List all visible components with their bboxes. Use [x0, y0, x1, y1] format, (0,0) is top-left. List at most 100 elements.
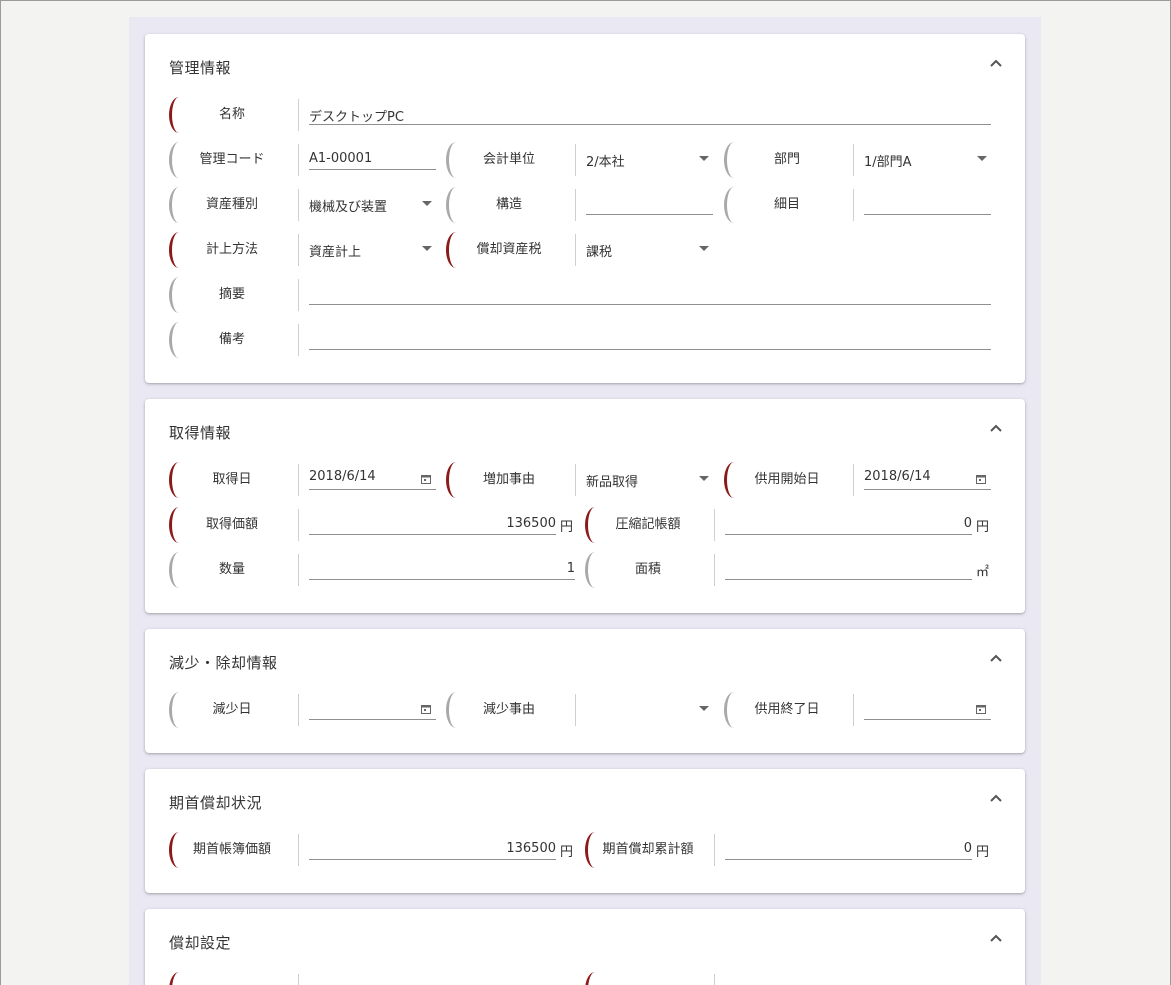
divider — [298, 324, 299, 356]
dropdown-caret-icon[interactable] — [699, 706, 709, 711]
method-row: 計上方法 資産計上 償却資産税 課税 — [145, 232, 1025, 268]
underline — [725, 534, 972, 535]
underline — [309, 304, 991, 305]
quantity-row: 数量 1 面積 ㎡ — [145, 552, 1025, 588]
divider — [298, 234, 299, 266]
decrease-reason-select[interactable] — [586, 692, 713, 728]
service-end-field[interactable] — [864, 692, 991, 728]
compressed-label: 圧縮記帳額 — [585, 507, 711, 543]
divider — [575, 144, 576, 176]
underline — [309, 579, 575, 580]
code-label: 管理コード — [169, 142, 295, 178]
underline — [864, 719, 991, 720]
quantity-label: 数量 — [169, 552, 295, 588]
divider — [853, 189, 854, 221]
divider — [575, 189, 576, 221]
underline — [309, 349, 991, 350]
chevron-up-icon[interactable] — [987, 650, 1005, 668]
summary-field[interactable] — [309, 277, 991, 313]
chevron-up-icon[interactable] — [987, 790, 1005, 808]
code-field[interactable]: A1-00001 — [309, 142, 436, 178]
required-bracket — [169, 972, 179, 985]
yen-unit: 円 — [560, 520, 574, 535]
depreciation-section: 償却設定 — [145, 909, 1025, 985]
calendar-icon[interactable] — [421, 474, 431, 484]
remarks-field[interactable] — [309, 322, 991, 358]
dropdown-caret-icon[interactable] — [977, 156, 987, 161]
divider — [298, 189, 299, 221]
divider — [298, 509, 299, 541]
detail-field[interactable] — [864, 187, 991, 223]
divider — [714, 974, 715, 985]
method-select[interactable]: 資産計上 — [309, 232, 436, 268]
section-title: 管理情報 — [169, 59, 232, 77]
department-select[interactable]: 1/部門A — [864, 142, 991, 178]
dropdown-caret-icon[interactable] — [699, 476, 709, 481]
chevron-up-icon[interactable] — [987, 930, 1005, 948]
code-row: 管理コード A1-00001 会計単位 2/本社 部門 1/部門A — [145, 142, 1025, 178]
underline — [309, 534, 556, 535]
tax-label: 償却資産税 — [446, 232, 572, 268]
underline — [309, 124, 991, 125]
underline — [586, 214, 713, 215]
divider — [714, 554, 715, 586]
dropdown-caret-icon[interactable] — [699, 246, 709, 251]
divider — [853, 694, 854, 726]
section-title: 取得情報 — [169, 424, 232, 442]
asset-type-select[interactable]: 機械及び装置 — [309, 187, 436, 223]
asset-type-label: 資産種別 — [169, 187, 295, 223]
method-label: 計上方法 — [169, 232, 295, 268]
remarks-row: 備考 — [145, 322, 1025, 358]
disposal-section: 減少・除却情報 減少日 減少事由 供用終了日 — [145, 629, 1025, 753]
dropdown-caret-icon[interactable] — [699, 156, 709, 161]
underline — [309, 859, 556, 860]
dropdown-caret-icon[interactable] — [422, 201, 432, 206]
name-label: 名称 — [169, 97, 295, 133]
opening-section: 期首償却状況 期首帳簿価額 136500 円 期首償却累計額 0 円 — [145, 769, 1025, 893]
book-value-field[interactable]: 136500 — [309, 832, 556, 868]
structure-field[interactable] — [586, 187, 713, 223]
calendar-icon[interactable] — [421, 704, 431, 714]
price-field[interactable]: 136500 — [309, 507, 556, 543]
accounting-unit-label: 会計単位 — [446, 142, 572, 178]
square-meter-unit: ㎡ — [976, 565, 990, 580]
summary-label: 摘要 — [169, 277, 295, 313]
acquisition-section: 取得情報 取得日 2018/6/14 増加事由 新品取得 供用開始日 2018/… — [145, 399, 1025, 613]
area-label: 面積 — [585, 552, 711, 588]
book-value-label: 期首帳簿価額 — [169, 832, 295, 868]
chevron-up-icon[interactable] — [987, 420, 1005, 438]
divider — [298, 694, 299, 726]
disposal-date-label: 減少日 — [169, 692, 295, 728]
yen-unit: 円 — [976, 845, 990, 860]
structure-label: 構造 — [446, 187, 572, 223]
name-row: 名称 デスクトップPC — [145, 97, 1025, 133]
disposal-row: 減少日 減少事由 供用終了日 — [145, 692, 1025, 728]
divider — [575, 694, 576, 726]
asset-type-row: 資産種別 機械及び装置 構造 細目 — [145, 187, 1025, 223]
underline — [309, 719, 436, 720]
accounting-unit-select[interactable]: 2/本社 — [586, 142, 713, 178]
underline — [309, 169, 436, 170]
underline — [725, 859, 972, 860]
accumulated-label: 期首償却累計額 — [585, 832, 711, 868]
compressed-field[interactable]: 0 — [725, 507, 972, 543]
quantity-field[interactable]: 1 — [309, 552, 575, 588]
name-field[interactable]: デスクトップPC — [309, 97, 991, 133]
service-end-label: 供用終了日 — [724, 692, 850, 728]
area-field[interactable] — [725, 552, 972, 588]
acquisition-date-field[interactable]: 2018/6/14 — [309, 462, 436, 498]
dropdown-caret-icon[interactable] — [422, 246, 432, 251]
service-start-field[interactable]: 2018/6/14 — [864, 462, 991, 498]
calendar-icon[interactable] — [976, 704, 986, 714]
tax-select[interactable]: 課税 — [586, 232, 713, 268]
increase-reason-select[interactable]: 新品取得 — [586, 462, 713, 498]
management-section: 管理情報 名称 デスクトップPC 管理コード A1-00001 会計単位 2/本… — [145, 34, 1025, 383]
accumulated-field[interactable]: 0 — [725, 832, 972, 868]
disposal-date-field[interactable] — [309, 692, 436, 728]
underline — [309, 489, 436, 490]
calendar-icon[interactable] — [976, 474, 986, 484]
yen-unit: 円 — [976, 520, 990, 535]
acquisition-date-row: 取得日 2018/6/14 増加事由 新品取得 供用開始日 2018/6/14 — [145, 462, 1025, 498]
chevron-up-icon[interactable] — [987, 55, 1005, 73]
required-bracket — [585, 972, 595, 985]
